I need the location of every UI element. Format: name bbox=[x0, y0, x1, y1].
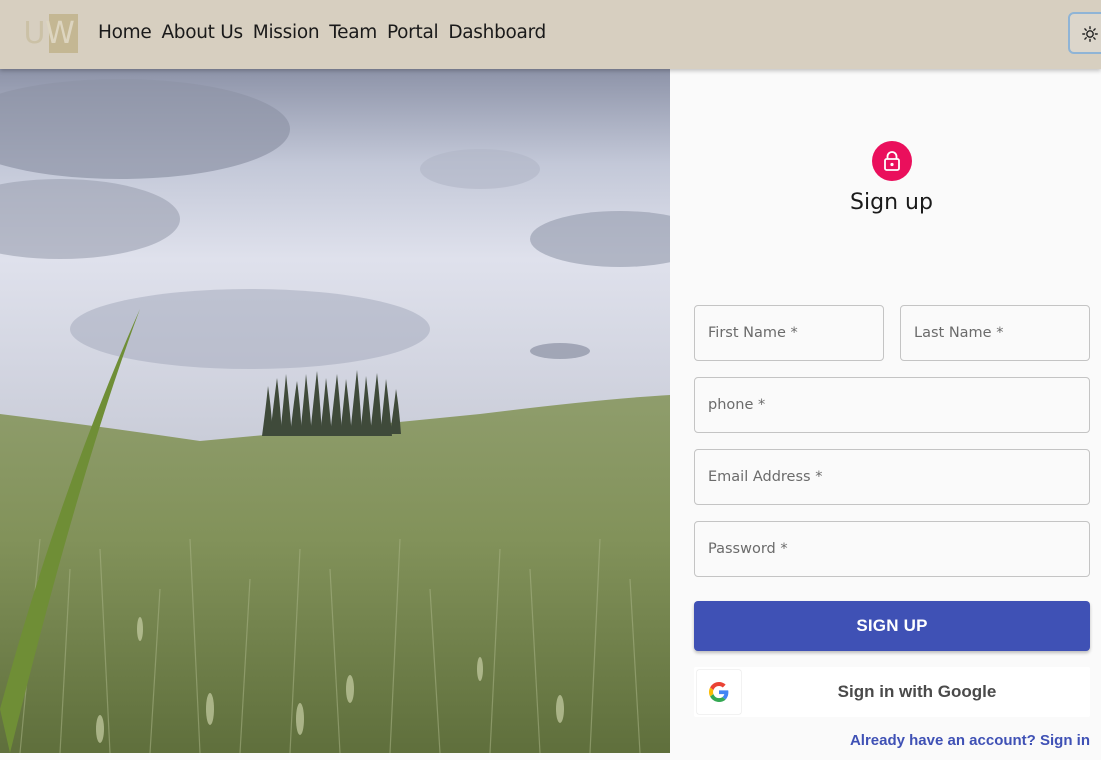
nav-link-mission[interactable]: Mission bbox=[253, 21, 320, 45]
lock-icon bbox=[884, 151, 900, 171]
email-input[interactable] bbox=[695, 450, 1089, 504]
landscape-illustration bbox=[0, 69, 670, 753]
theme-toggle-button[interactable] bbox=[1068, 12, 1101, 54]
page-title: Sign up bbox=[850, 190, 933, 215]
nav-links: Home About Us Mission Team Portal Dashbo… bbox=[98, 21, 546, 45]
phone-input[interactable] bbox=[695, 378, 1089, 432]
signup-panel: Sign up SIGN UP Sign in with Google Alre… bbox=[670, 69, 1101, 760]
nav-link-home[interactable]: Home bbox=[98, 21, 152, 45]
avatar bbox=[872, 141, 912, 181]
nav-link-dashboard[interactable]: Dashboard bbox=[448, 21, 546, 45]
password-input[interactable] bbox=[695, 522, 1089, 576]
nav-link-about-us[interactable]: About Us bbox=[161, 21, 243, 45]
last-name-input[interactable] bbox=[901, 306, 1089, 360]
logo[interactable]: U W bbox=[20, 14, 78, 53]
hero-landscape-image bbox=[0, 69, 670, 753]
google-signin-button[interactable]: Sign in with Google bbox=[694, 667, 1090, 717]
google-icon bbox=[709, 682, 729, 702]
last-name-field[interactable] bbox=[900, 305, 1090, 361]
email-field[interactable] bbox=[694, 449, 1090, 505]
nav-link-portal[interactable]: Portal bbox=[387, 21, 439, 45]
google-signin-label: Sign in with Google bbox=[837, 682, 997, 701]
first-name-input[interactable] bbox=[695, 306, 883, 360]
signup-button[interactable]: SIGN UP bbox=[694, 601, 1090, 651]
nav-link-team[interactable]: Team bbox=[329, 21, 377, 45]
top-navbar: U W Home About Us Mission Team Portal Da… bbox=[0, 0, 1101, 69]
google-icon-box bbox=[697, 670, 741, 714]
sun-icon bbox=[1082, 26, 1098, 42]
logo-letter-w: W bbox=[45, 16, 75, 51]
phone-field[interactable] bbox=[694, 377, 1090, 433]
password-field[interactable] bbox=[694, 521, 1090, 577]
first-name-field[interactable] bbox=[694, 305, 884, 361]
signin-link[interactable]: Already have an account? Sign in bbox=[820, 732, 1090, 749]
